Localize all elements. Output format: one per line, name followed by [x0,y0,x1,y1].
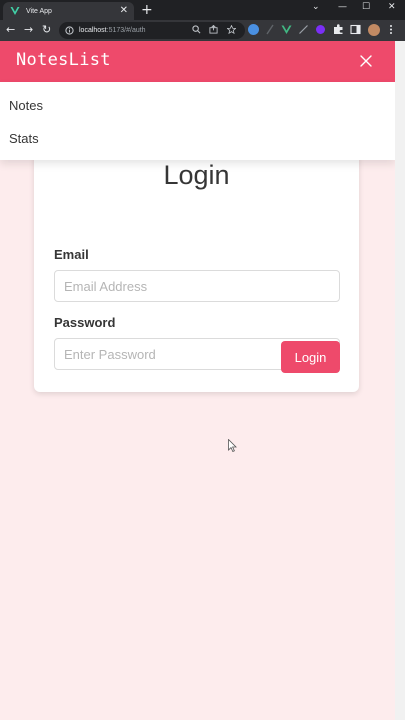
profile-avatar[interactable] [368,24,380,36]
address-bar[interactable]: localhost:5173/#/auth [59,22,245,39]
tab-close-icon[interactable]: ✕ [120,5,128,17]
login-button[interactable]: Login [281,341,340,373]
extension-icon[interactable] [316,25,325,34]
page-viewport: Login Email Password Login NotesList Not… [0,41,395,720]
extension-icon[interactable] [298,24,309,35]
email-label: Email [54,247,89,262]
vue-devtools-icon[interactable] [281,24,292,35]
browser-menu-icon[interactable] [388,24,394,35]
mouse-cursor-icon [228,439,237,452]
browser-toolbar: ← → ↻ localhost:5173/#/auth [0,20,405,41]
nav-item-notes[interactable]: Notes [9,98,43,113]
app-navbar: NotesList [0,41,395,82]
site-info-icon[interactable] [65,26,74,35]
password-label: Password [54,315,116,330]
url-host: localhost [79,27,107,34]
window-close-icon[interactable]: ✕ [388,1,396,13]
minimize-icon[interactable]: — [338,1,347,13]
extensions-puzzle-icon[interactable] [333,24,344,35]
url-text: localhost:5173/#/auth [79,27,146,34]
new-tab-icon[interactable]: + [141,2,153,18]
extension-icon[interactable] [265,24,276,35]
reload-icon[interactable]: ↻ [42,23,51,37]
share-icon[interactable] [209,25,218,34]
maximize-icon[interactable]: ☐ [362,1,370,13]
nav-menu: Notes Stats [0,82,395,160]
browser-tab-strip: Vite App ✕ + ⌄ — ☐ ✕ [0,0,405,20]
page-scrollbar[interactable] [395,41,405,720]
brand-title[interactable]: NotesList [16,50,111,70]
bookmark-star-icon[interactable] [227,25,236,34]
close-menu-icon[interactable] [358,53,374,69]
login-card: Login Email Password Login [34,145,359,392]
zoom-icon[interactable] [192,25,201,34]
vite-favicon-icon [10,7,20,15]
back-icon[interactable]: ← [6,23,15,37]
login-title: Login [163,160,230,190]
nav-item-stats[interactable]: Stats [9,131,39,146]
tab-title: Vite App [26,7,52,15]
forward-icon[interactable]: → [24,23,33,37]
extension-icon[interactable] [248,24,259,35]
side-panel-icon[interactable] [350,24,361,35]
tab-search-icon[interactable]: ⌄ [312,1,320,13]
browser-tab[interactable]: Vite App ✕ [3,2,134,20]
url-path: :5173/#/auth [106,27,146,34]
email-field[interactable] [54,270,340,302]
